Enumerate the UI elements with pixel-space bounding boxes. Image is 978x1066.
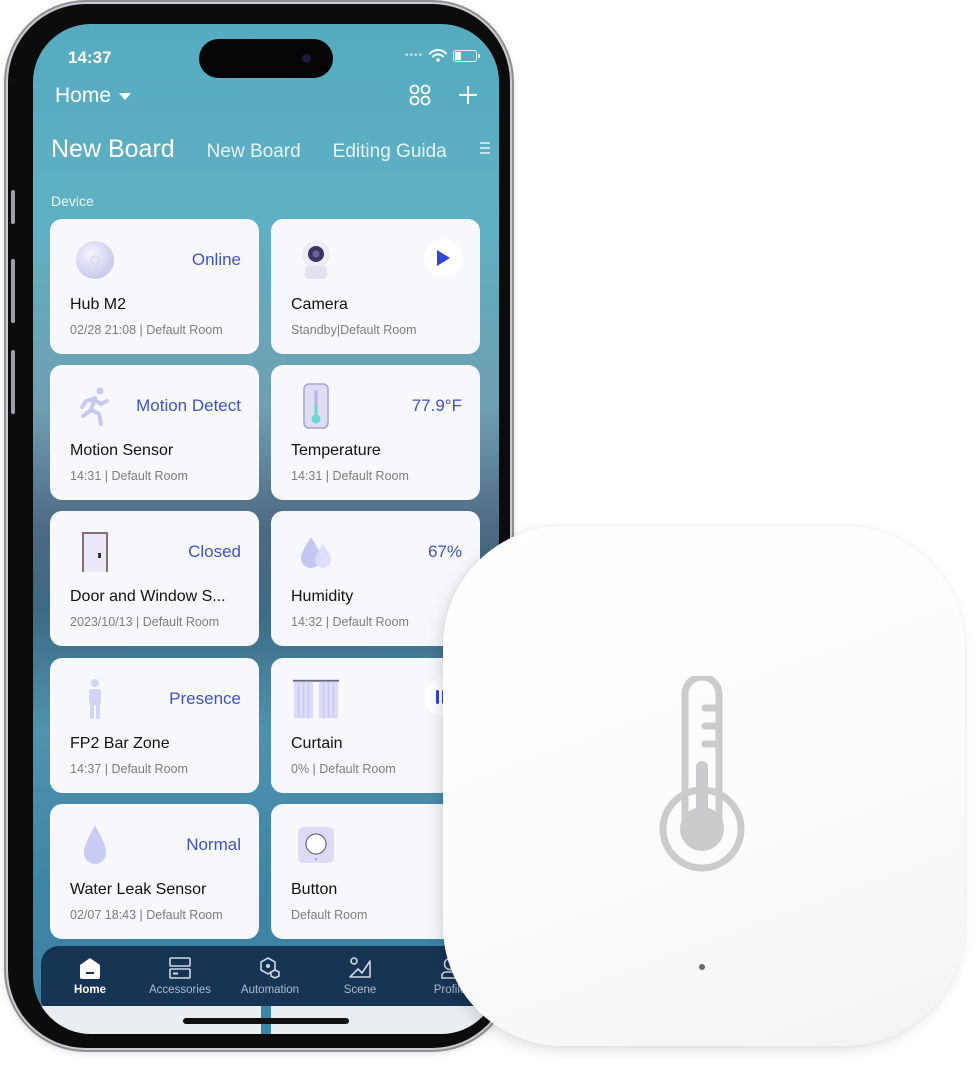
device-state: 67% [427,542,462,561]
temperature-humidity-sensor-device [443,526,965,1046]
device-name: Door and Window S... [70,588,226,605]
device-name: FP2 Bar Zone [70,735,170,752]
device-subtitle: 14:31 | Default Room [70,469,188,483]
device-state: Closed [188,542,241,561]
status-time: 14:37 [68,48,112,67]
dynamic-island [199,39,333,78]
volume-up-button [11,259,15,323]
nav-automation[interactable]: Automation [226,956,314,996]
nav-label: Scene [343,984,377,996]
device-state: Motion Detect [136,396,241,415]
device-name: Camera [291,296,348,313]
home-selector[interactable]: Home [55,84,132,108]
device-name: Temperature [291,442,381,459]
device-card-camera[interactable]: Camera Standby|Default Room [271,219,480,354]
water-drops-icon [293,529,339,575]
device-name: Hub M2 [70,296,127,313]
play-icon [437,250,450,266]
action-button [11,190,15,224]
home-icon [80,958,100,979]
phone-screen: 14:37 •••• Home New Board New Board Edit… [33,24,499,1034]
cellular-signal-icon: •••• [404,50,423,61]
phone-frame: 14:37 •••• Home New Board New Board Edit… [8,4,510,1048]
nav-label: Home [74,984,106,996]
water-drop-icon [72,822,118,868]
nav-label: Accessories [149,984,211,996]
device-name: Curtain [291,735,343,752]
device-subtitle: Default Room [291,908,368,922]
tab-new-board[interactable]: New Board [207,141,301,163]
device-state: Presence [169,689,241,708]
nav-label: Automation [240,984,300,996]
curtain-icon [293,676,339,722]
tab-editing-guide[interactable]: Editing Guida [333,141,447,163]
device-card-water-leak-sensor[interactable]: Normal Water Leak Sensor 02/07 18:43 | D… [50,804,259,939]
device-card-temperature[interactable]: 77.9°F Temperature 14:31 | Default Room [271,365,480,500]
wifi-icon [429,49,447,62]
nav-scene[interactable]: Scene [316,956,404,996]
running-person-icon [72,383,118,429]
thermometer-icon [659,676,745,872]
device-name: Button [291,881,338,898]
device-subtitle: 02/07 18:43 | Default Room [70,908,223,922]
section-label-device: Device [51,193,94,209]
bottom-nav: Home Accessories Automation Scene Profil… [41,946,499,1006]
caret-down-icon [119,92,132,100]
device-subtitle: 14:32 | Default Room [291,615,409,629]
scene-icon [349,957,371,978]
nav-accessories[interactable]: Accessories [136,956,224,996]
device-subtitle: 2023/10/13 | Default Room [70,615,220,629]
door-icon [72,529,118,575]
device-card-motion-sensor[interactable]: Motion Detect Motion Sensor 14:31 | Defa… [50,365,259,500]
device-subtitle: 0% | Default Room [291,762,396,776]
nav-home[interactable]: Home [46,956,134,996]
device-subtitle: 14:37 | Default Room [70,762,188,776]
device-card-hub-m2[interactable]: Online Hub M2 02/28 21:08 | Default Room [50,219,259,354]
tab-new-board-active[interactable]: New Board [51,135,175,164]
device-state: Normal [186,835,241,854]
device-subtitle: 14:31 | Default Room [291,469,409,483]
device-card-fp2-bar-zone[interactable]: Presence FP2 Bar Zone 14:37 | Default Ro… [50,658,259,793]
device-subtitle: 02/28 21:08 | Default Room [70,323,223,337]
grid-icon[interactable] [409,84,431,106]
person-icon [72,676,118,722]
status-icons: •••• [404,49,480,62]
volume-down-button [11,350,15,414]
plus-icon[interactable] [457,84,479,106]
home-label: Home [55,84,112,107]
front-camera-icon [302,54,311,63]
automation-icon [260,957,280,979]
home-indicator[interactable] [183,1018,349,1024]
device-name: Motion Sensor [70,442,174,459]
device-state: 77.9°F [411,396,462,415]
battery-icon [453,49,480,62]
accessories-icon [169,957,191,979]
camera-icon [293,237,339,283]
menu-icon[interactable] [479,141,491,155]
status-led [699,964,705,970]
thermometer-icon [293,383,339,429]
play-button[interactable] [424,239,462,277]
button-icon [293,822,339,868]
board-tabs: New Board New Board Editing Guida [51,135,491,164]
device-state: Online [191,250,241,269]
device-name: Humidity [291,588,354,605]
device-card-door-window-sensor[interactable]: Closed Door and Window S... 2023/10/13 |… [50,511,259,646]
device-name: Water Leak Sensor [70,881,207,898]
device-subtitle: Standby|Default Room [291,323,417,337]
hub-icon [72,237,118,283]
